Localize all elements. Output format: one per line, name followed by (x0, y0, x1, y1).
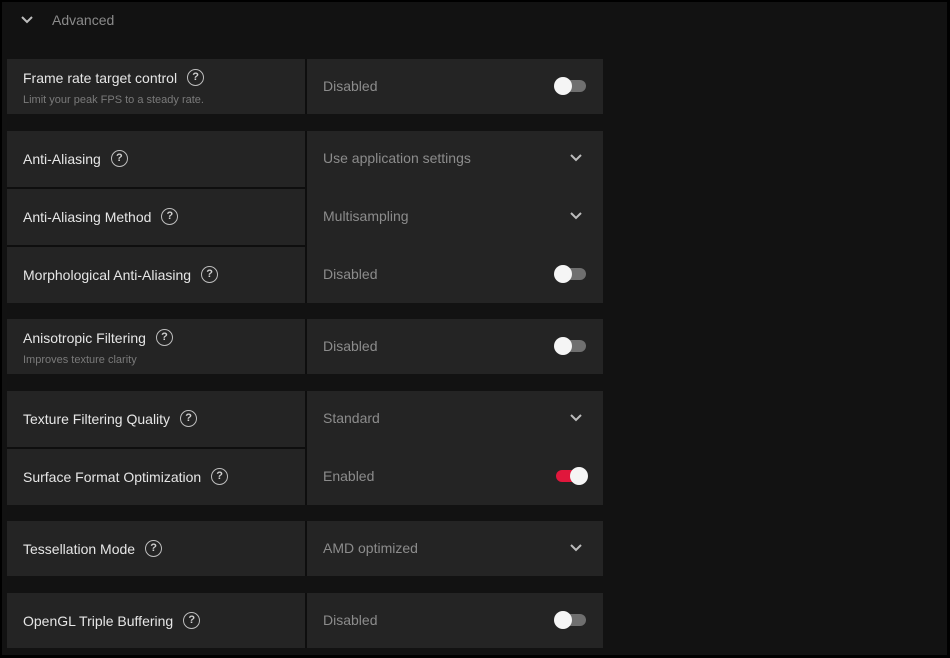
setting-label: Texture Filtering Quality? (23, 410, 198, 427)
value-column: Disabled (307, 319, 603, 374)
chevron-down-icon[interactable] (569, 151, 583, 165)
setting-description: Improves texture clarity (23, 354, 137, 366)
settings-group: Tessellation Mode? AMD optimized (7, 521, 603, 576)
toggle-switch[interactable] (554, 611, 588, 629)
setting-value: Multisampling (323, 208, 409, 224)
label-column: Tessellation Mode? (7, 521, 305, 576)
setting-label-text: Tessellation Mode (23, 540, 136, 557)
setting-label-opengl-triple-buffering: OpenGL Triple Buffering? (7, 593, 305, 648)
setting-label-text: Texture Filtering Quality (23, 410, 171, 427)
setting-dropdown[interactable]: Standard (307, 391, 603, 449)
toggle-knob (554, 337, 572, 355)
setting-dropdown[interactable]: Multisampling (307, 189, 603, 247)
setting-value: Disabled (323, 266, 378, 282)
toggle-switch[interactable] (554, 77, 588, 95)
label-column: Texture Filtering Quality? Surface Format… (7, 391, 305, 505)
advanced-section-header[interactable]: Advanced (2, 2, 602, 40)
settings-group: Texture Filtering Quality? Surface Format… (7, 391, 603, 505)
setting-value: Enabled (323, 468, 375, 484)
setting-toggle-row[interactable]: Disabled (307, 247, 603, 303)
setting-label-text: OpenGL Triple Buffering (23, 612, 174, 629)
toggle-knob (570, 467, 588, 485)
setting-label-anti-aliasing: Anti-Aliasing? (7, 131, 305, 187)
help-icon[interactable]: ? (201, 266, 219, 283)
setting-label: Anisotropic Filtering? (23, 329, 173, 346)
setting-toggle-row[interactable]: Disabled (307, 593, 603, 648)
setting-label-texture-filtering-quality: Texture Filtering Quality? (7, 391, 305, 447)
value-column: Disabled (307, 593, 603, 648)
settings-group: Anisotropic Filtering? Improves texture c… (7, 319, 603, 374)
chevron-down-icon[interactable] (569, 411, 583, 425)
toggle-knob (554, 265, 572, 283)
setting-label: OpenGL Triple Buffering? (23, 612, 201, 629)
help-icon[interactable]: ? (110, 150, 128, 167)
toggle-switch[interactable] (554, 337, 588, 355)
chevron-down-icon[interactable] (569, 209, 583, 223)
label-column: Anti-Aliasing? Anti-Aliasing Method? Morph… (7, 131, 305, 303)
settings-panel: Advanced Frame rate target control? Limit… (2, 2, 947, 655)
setting-label: Surface Format Optimization? (23, 468, 229, 485)
settings-group: Frame rate target control? Limit your pea… (7, 59, 603, 114)
value-column: Disabled (307, 59, 603, 114)
setting-label-text: Surface Format Optimization (23, 468, 202, 485)
setting-label-surface-format-optimization: Surface Format Optimization? (7, 449, 305, 505)
setting-label: Tessellation Mode? (23, 540, 163, 557)
help-icon[interactable]: ? (145, 540, 163, 557)
setting-dropdown[interactable]: AMD optimized (307, 521, 603, 576)
chevron-down-icon[interactable] (569, 541, 583, 555)
help-icon[interactable]: ? (180, 410, 198, 427)
toggle-knob (554, 611, 572, 629)
toggle-switch[interactable] (554, 265, 588, 283)
setting-toggle-row[interactable]: Disabled (307, 319, 603, 374)
setting-label-frame-rate-target-control: Frame rate target control? Limit your pea… (7, 59, 305, 114)
setting-label-text: Anisotropic Filtering (23, 329, 146, 346)
setting-label-morphological-anti-aliasing: Morphological Anti-Aliasing? (7, 247, 305, 303)
help-icon[interactable]: ? (211, 468, 229, 485)
setting-label: Morphological Anti-Aliasing? (23, 266, 219, 283)
setting-label: Anti-Aliasing? (23, 150, 128, 167)
setting-label: Frame rate target control? (23, 69, 205, 86)
toggle-switch[interactable] (554, 467, 588, 485)
setting-value: Standard (323, 410, 380, 426)
value-column: Use application settings Multisampling Dis… (307, 131, 603, 303)
setting-label-text: Anti-Aliasing (23, 150, 101, 167)
setting-dropdown[interactable]: Use application settings (307, 131, 603, 189)
setting-label-anti-aliasing-method: Anti-Aliasing Method? (7, 189, 305, 245)
setting-value: Use application settings (323, 150, 471, 166)
section-title: Advanced (52, 12, 115, 28)
label-column: OpenGL Triple Buffering? (7, 593, 305, 648)
help-icon[interactable]: ? (183, 612, 201, 629)
label-column: Anisotropic Filtering? Improves texture c… (7, 319, 305, 374)
setting-toggle-row[interactable]: Disabled (307, 59, 603, 114)
setting-label-text: Frame rate target control (23, 69, 178, 86)
value-column: Standard Enabled (307, 391, 603, 505)
setting-value: AMD optimized (323, 540, 418, 556)
setting-label-text: Morphological Anti-Aliasing (23, 266, 192, 283)
settings-group: Anti-Aliasing? Anti-Aliasing Method? Morph… (7, 131, 603, 303)
setting-value: Disabled (323, 78, 378, 94)
setting-description: Limit your peak FPS to a steady rate. (23, 94, 204, 106)
setting-value: Disabled (323, 612, 378, 628)
toggle-knob (554, 77, 572, 95)
help-icon[interactable]: ? (187, 69, 205, 86)
chevron-down-icon[interactable] (20, 13, 34, 27)
settings-group: OpenGL Triple Buffering? Disabled (7, 593, 603, 648)
setting-toggle-row[interactable]: Enabled (307, 449, 603, 505)
setting-label-text: Anti-Aliasing Method (23, 208, 152, 225)
label-column: Frame rate target control? Limit your pea… (7, 59, 305, 114)
setting-label: Anti-Aliasing Method? (23, 208, 179, 225)
setting-value: Disabled (323, 338, 378, 354)
setting-label-anisotropic-filtering: Anisotropic Filtering? Improves texture c… (7, 319, 305, 374)
help-icon[interactable]: ? (161, 208, 179, 225)
help-icon[interactable]: ? (155, 329, 173, 346)
setting-label-tessellation-mode: Tessellation Mode? (7, 521, 305, 576)
value-column: AMD optimized (307, 521, 603, 576)
